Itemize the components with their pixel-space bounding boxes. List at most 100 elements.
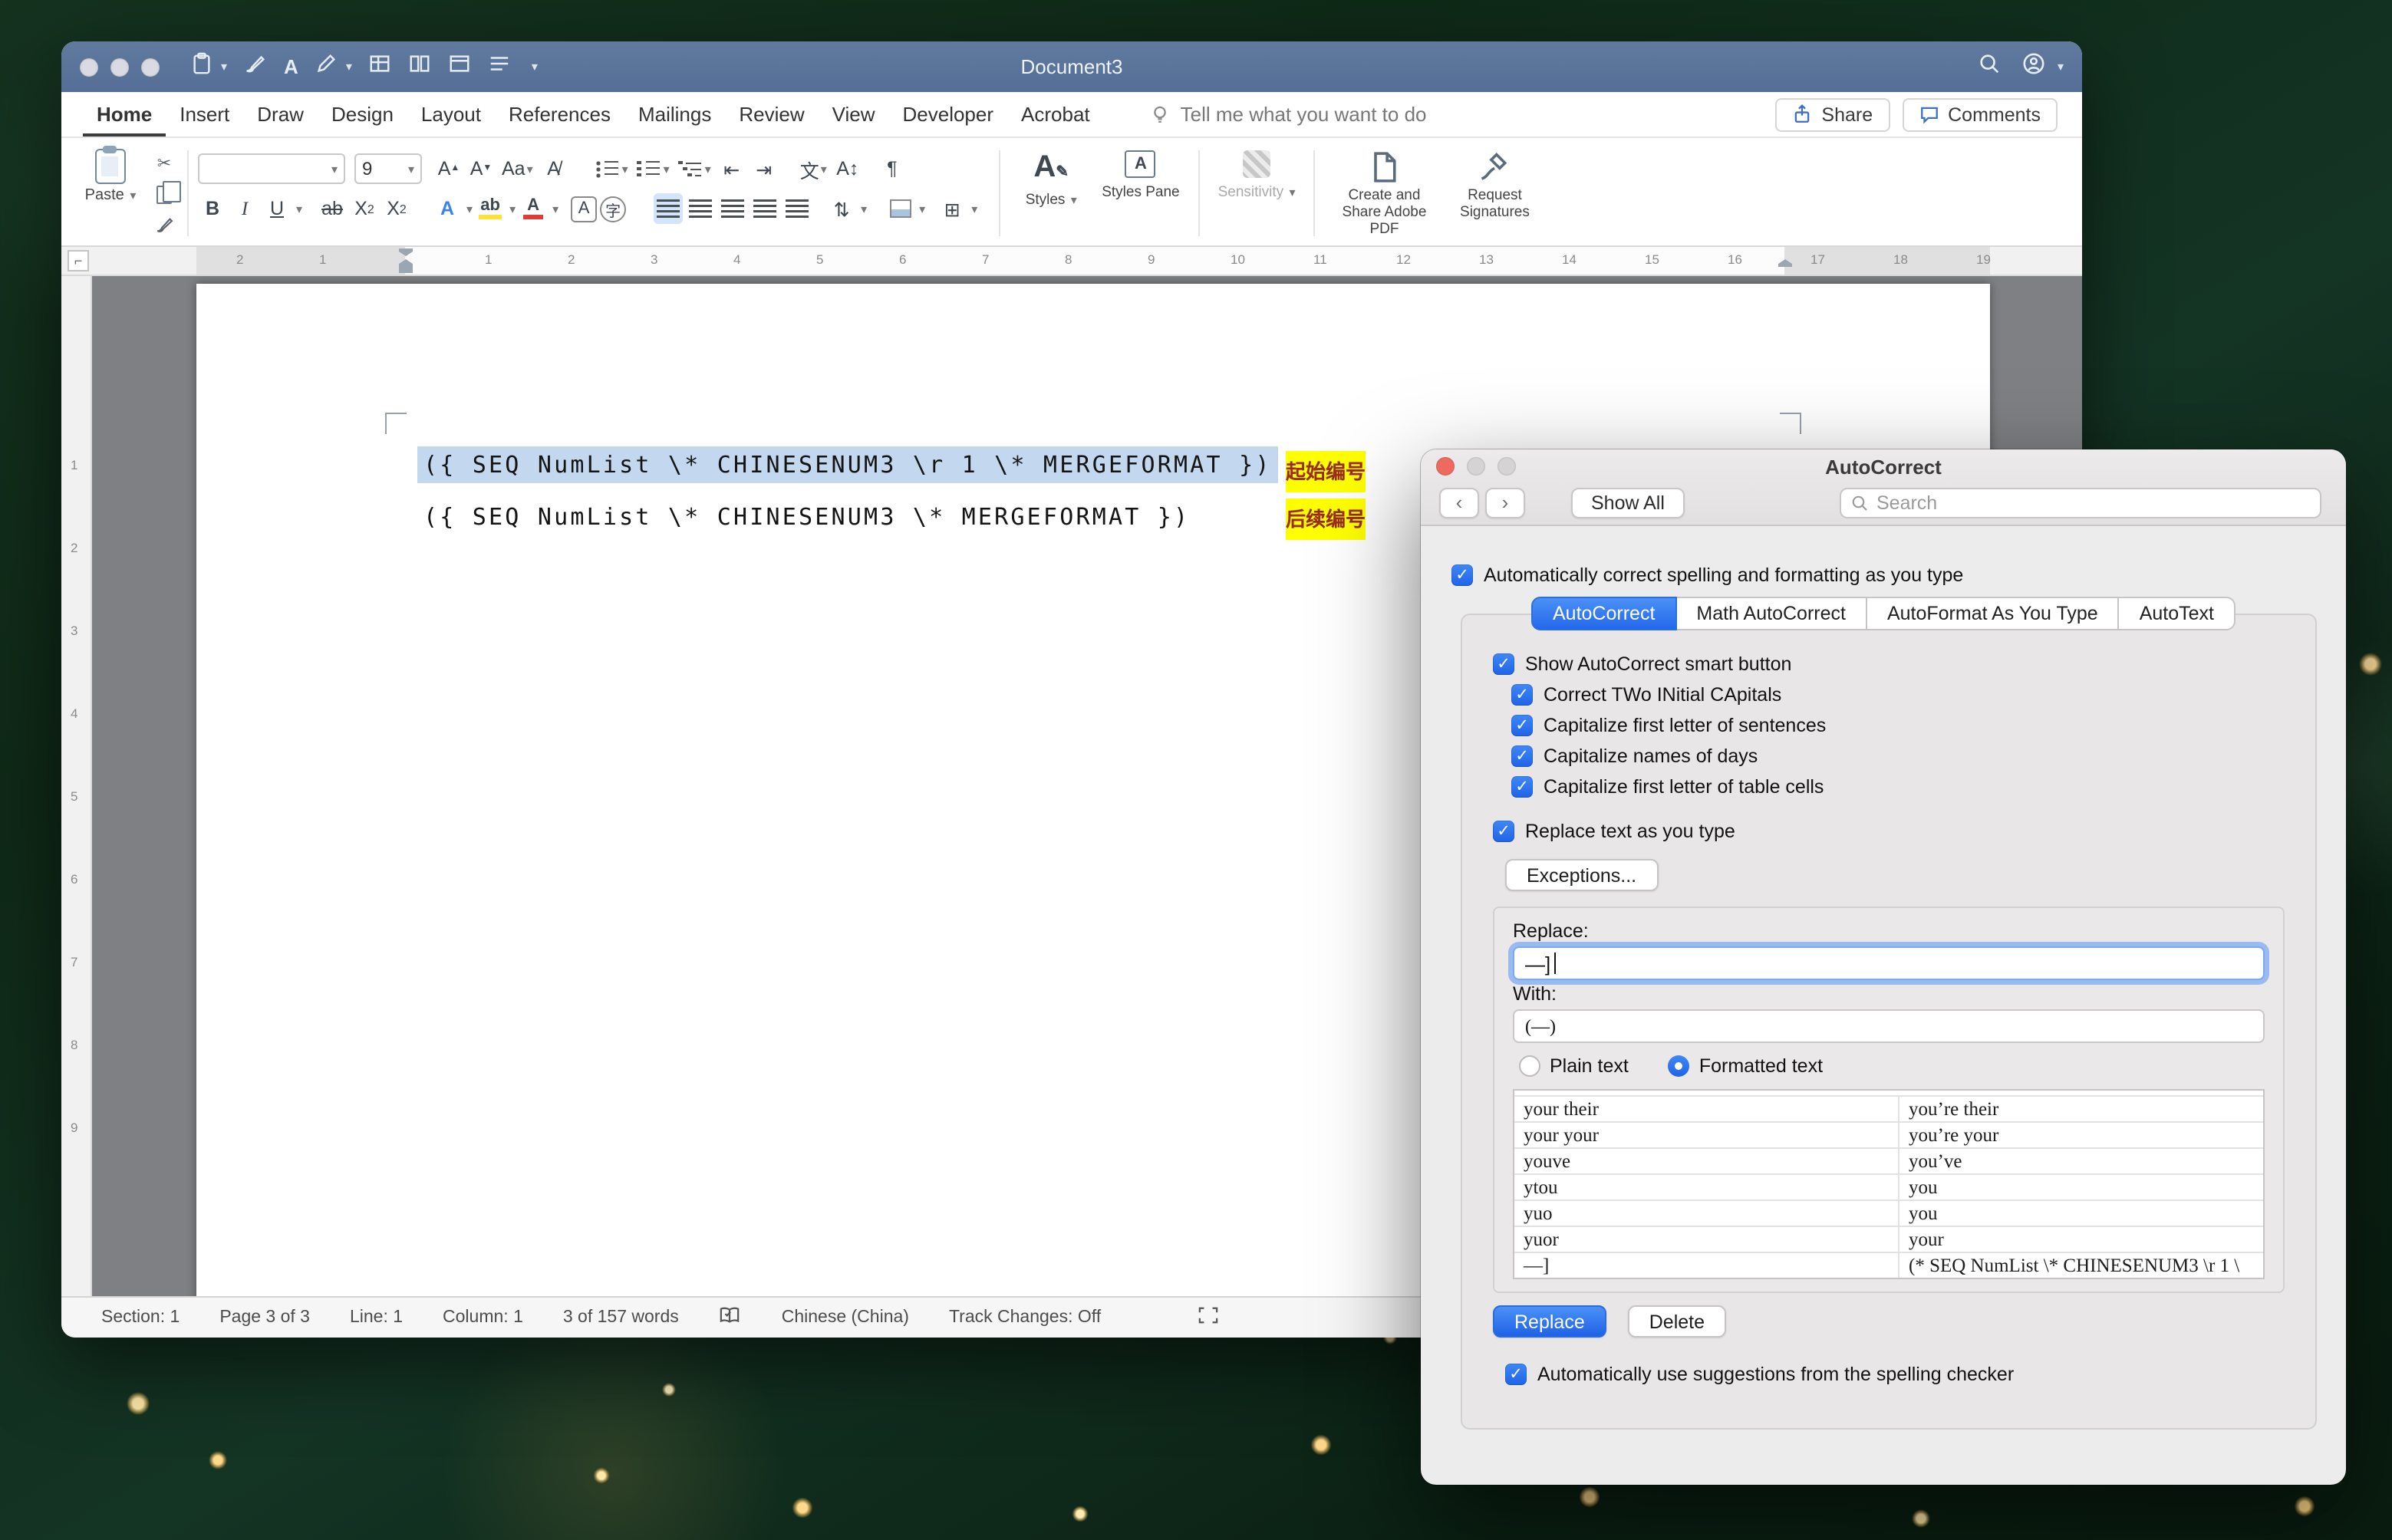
minimize-button[interactable]: [110, 58, 129, 76]
shading-button[interactable]: [885, 193, 914, 224]
h-ruler[interactable]: 2112345678910111213141516171819: [196, 247, 1990, 275]
styles-pane-button[interactable]: A Styles Pane: [1092, 144, 1188, 242]
tab-autotext[interactable]: AutoText: [2120, 597, 2235, 630]
selected-field-code[interactable]: ({ SEQ NumList \* CHINESENUM3 \r 1 \* ME…: [417, 446, 1278, 483]
share-button[interactable]: Share: [1775, 97, 1890, 131]
field-code-line-2[interactable]: ({ SEQ NumList \* CHINESENUM3 \* MERGEFO…: [423, 503, 1190, 531]
tab-selector[interactable]: ⌐: [68, 250, 89, 271]
close-button[interactable]: [80, 58, 98, 76]
spelling-suggestions-checkbox[interactable]: ✓ Automatically use suggestions from the…: [1505, 1359, 2285, 1390]
subscript-button[interactable]: X2: [350, 193, 379, 224]
decrease-indent-button[interactable]: ⇤: [717, 153, 746, 184]
option-checkbox[interactable]: ✓Correct TWo INitial CApitals: [1511, 680, 2285, 710]
shrink-font-button[interactable]: A▼: [466, 153, 496, 184]
align-left-button[interactable]: [654, 193, 683, 224]
enclose-character-button[interactable]: 字: [600, 196, 626, 222]
menu-tab-mailings[interactable]: Mailings: [624, 93, 725, 136]
replace-text-checkbox[interactable]: ✓ Replace text as you type: [1493, 816, 2285, 847]
table-qat-icon[interactable]: [369, 51, 392, 82]
increase-indent-button[interactable]: ⇥: [750, 153, 779, 184]
align-right-button[interactable]: [718, 193, 747, 224]
zoom-button[interactable]: [141, 58, 160, 76]
character-border-button[interactable]: A: [571, 196, 597, 222]
status-language[interactable]: Chinese (China): [782, 1308, 909, 1327]
menu-tab-layout[interactable]: Layout: [407, 93, 495, 136]
account-dropdown-icon[interactable]: ▾: [2058, 60, 2064, 74]
format-painter-qat-icon[interactable]: [244, 51, 267, 82]
tab-autoformat-as-you-type[interactable]: AutoFormat As You Type: [1867, 597, 2120, 630]
option-checkbox[interactable]: ✓Show AutoCorrect smart button: [1493, 649, 2285, 680]
superscript-button[interactable]: X2: [382, 193, 411, 224]
clear-formatting-button[interactable]: A̸: [539, 153, 568, 184]
italic-button[interactable]: I: [230, 193, 259, 224]
highlighted-note-follow[interactable]: 后续编号: [1286, 499, 1366, 540]
status-section[interactable]: Section: 1: [101, 1308, 180, 1327]
table-row[interactable]: yuoryour: [1514, 1227, 2263, 1253]
option-checkbox[interactable]: ✓Capitalize first letter of table cells: [1511, 772, 2285, 802]
option-checkbox[interactable]: ✓Capitalize names of days: [1511, 741, 2285, 772]
replace-input[interactable]: —]: [1513, 946, 2265, 980]
cut-button[interactable]: ✂: [150, 150, 178, 176]
columns-qat-icon[interactable]: [409, 51, 432, 82]
search-icon[interactable]: [1978, 51, 2001, 82]
adobe-pdf-button[interactable]: Create and Share Adobe PDF: [1324, 144, 1444, 242]
menu-tab-insert[interactable]: Insert: [166, 93, 243, 136]
align-center-button[interactable]: [686, 193, 715, 224]
change-case-button[interactable]: Aa▾: [499, 153, 536, 184]
format-painter-button[interactable]: [150, 212, 178, 238]
plain-text-radio[interactable]: Plain text: [1519, 1055, 1629, 1077]
auto-correct-master-checkbox[interactable]: ✓ Automatically correct spelling and for…: [1451, 560, 1963, 591]
replace-button[interactable]: Replace: [1493, 1305, 1606, 1338]
lines-qat-icon[interactable]: [489, 51, 512, 82]
show-paragraph-marks-button[interactable]: ¶: [878, 153, 907, 184]
table-row[interactable]: —](* SEQ NumList \* CHINESENUM3 \r 1 \: [1514, 1253, 2263, 1279]
proofing-status-icon[interactable]: [719, 1305, 742, 1330]
tab-math-autocorrect[interactable]: Math AutoCorrect: [1676, 597, 1867, 630]
font-size-combo[interactable]: 9▾: [354, 153, 422, 184]
status-track-changes[interactable]: Track Changes: Off: [949, 1308, 1101, 1327]
menu-tab-developer[interactable]: Developer: [889, 93, 1008, 136]
font-qat-icon[interactable]: A: [284, 55, 298, 78]
customize-toolbar-chevron-icon[interactable]: ▾: [532, 60, 538, 74]
status-page[interactable]: Page 3 of 3: [219, 1308, 310, 1327]
paste-qat-icon[interactable]: [190, 51, 213, 82]
sort-button[interactable]: A↕: [833, 153, 862, 184]
text-effects-button[interactable]: A: [433, 193, 462, 224]
font-color-button[interactable]: A: [519, 193, 548, 224]
request-signatures-button[interactable]: Request Signatures: [1444, 144, 1545, 242]
menu-tab-view[interactable]: View: [819, 93, 889, 136]
menu-tab-references[interactable]: References: [495, 93, 624, 136]
field-code-line-selected[interactable]: ({ SEQ NumList \* CHINESENUM3 \r 1 \* ME…: [417, 451, 1278, 479]
comments-button[interactable]: Comments: [1902, 97, 2058, 131]
tab-autocorrect[interactable]: AutoCorrect: [1531, 597, 1676, 630]
back-button[interactable]: ‹: [1439, 487, 1479, 518]
table-row[interactable]: your youryou’re your: [1514, 1123, 2263, 1149]
copy-button[interactable]: [150, 181, 178, 207]
font-name-combo[interactable]: ▾: [198, 153, 345, 184]
styles-button[interactable]: A✎ Styles ▾: [1010, 144, 1092, 242]
window-qat-icon[interactable]: [449, 51, 472, 82]
sensitivity-button[interactable]: Sensitivity ▾: [1209, 144, 1305, 242]
with-input[interactable]: (—): [1513, 1009, 2265, 1043]
strikethrough-button[interactable]: ab: [318, 193, 347, 224]
formatted-text-radio[interactable]: Formatted text: [1669, 1055, 1823, 1077]
menu-tab-acrobat[interactable]: Acrobat: [1007, 93, 1104, 136]
justify-button[interactable]: [750, 193, 779, 224]
multilevel-list-button[interactable]: ▾: [676, 153, 714, 184]
left-indent-marker[interactable]: [399, 265, 413, 273]
distribute-button[interactable]: [783, 193, 812, 224]
menu-tab-home[interactable]: Home: [83, 93, 166, 136]
menu-tab-design[interactable]: Design: [318, 93, 407, 136]
pen-qat-icon[interactable]: [315, 51, 338, 82]
menu-tab-draw[interactable]: Draw: [243, 93, 318, 136]
replace-table[interactable]: your theiryou’re theiryour youryou’re yo…: [1513, 1089, 2265, 1279]
asian-layout-button[interactable]: 文▾: [797, 153, 830, 184]
dialog-search-field[interactable]: Search: [1840, 487, 2321, 518]
highlighted-note-start[interactable]: 起始编号: [1286, 451, 1366, 492]
table-row[interactable]: your theiryou’re their: [1514, 1097, 2263, 1123]
bold-button[interactable]: B: [198, 193, 227, 224]
table-row[interactable]: yuoyou: [1514, 1201, 2263, 1227]
borders-button[interactable]: ⊞: [937, 193, 967, 224]
highlight-color-button[interactable]: ab: [476, 193, 505, 224]
show-all-button[interactable]: Show All: [1571, 487, 1685, 518]
